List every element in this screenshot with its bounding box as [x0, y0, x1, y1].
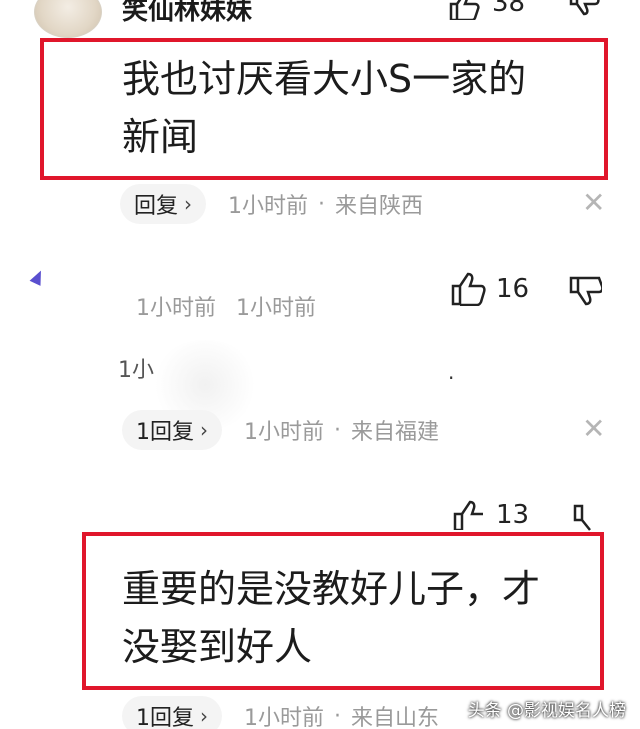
text-fragment: 1小	[118, 358, 154, 383]
chevron-right-icon: ›	[200, 418, 208, 442]
meta-separator: ·	[334, 417, 341, 443]
comment-text: 我也讨厌看大小S一家的 新闻	[122, 50, 526, 166]
comment-time: 1小时前	[228, 194, 309, 219]
comment-text-line: 重要的是没教好儿子，才	[122, 567, 541, 611]
comment-meta: 回复 › 1小时前 · 来自陕西	[120, 184, 423, 224]
like-count: 38	[492, 0, 526, 18]
close-icon[interactable]: ✕	[582, 186, 605, 219]
comment-text: 重要的是没教好儿子，才 没娶到好人	[122, 560, 540, 676]
reply-label: 回复	[134, 194, 179, 219]
comment-time: 1小时前	[244, 420, 324, 445]
username[interactable]: 笑仙林妹妹	[122, 0, 252, 27]
thumbs-up-icon[interactable]	[450, 272, 486, 306]
comment-location: 来自山东	[351, 706, 440, 729]
comment-time: 1小时前	[244, 706, 324, 729]
comment-meta: 1回复 › 1小时前 · 来自山东	[122, 696, 439, 729]
thumbs-down-icon[interactable]	[568, 0, 602, 18]
like-count: 13	[496, 500, 530, 530]
comment-text-line: 没娶到好人	[122, 625, 313, 669]
reply-button[interactable]: 1回复 ›	[122, 410, 222, 450]
chevron-right-icon: ›	[184, 192, 193, 216]
meta-separator: ·	[318, 191, 326, 217]
comment-location: 来自福建	[351, 420, 440, 445]
reply-button[interactable]: 回复 ›	[120, 184, 207, 224]
comment-location: 来自陕西	[335, 194, 424, 219]
watermark: 头条 @影视娱名人榜	[467, 701, 626, 721]
comment-time: 1小时前	[136, 296, 216, 321]
thumbs-down-icon[interactable]	[572, 504, 604, 532]
chevron-right-icon: ›	[200, 704, 208, 728]
comment-text-line: 我也讨厌看大小S一家的	[122, 57, 527, 101]
reply-button[interactable]: 1回复 ›	[122, 696, 222, 729]
reply-label: 1回复	[136, 706, 194, 729]
reply-label: 1回复	[136, 420, 194, 445]
close-icon[interactable]: ✕	[582, 412, 605, 445]
avatar[interactable]	[34, 0, 102, 38]
meta-separator: ·	[334, 703, 341, 729]
thumbs-up-icon[interactable]	[452, 500, 488, 530]
avatar-fragment	[29, 268, 47, 286]
comment-time: 1小时前	[236, 296, 316, 321]
thumbs-down-icon[interactable]	[568, 276, 602, 308]
thumbs-up-icon[interactable]	[448, 0, 482, 20]
comment-meta: 1回复 › 1小时前 · 来自福建	[122, 410, 439, 450]
like-count: 16	[496, 274, 530, 304]
text-fragment-mark: ·	[448, 366, 455, 390]
comment-text-line: 新闻	[122, 115, 199, 159]
